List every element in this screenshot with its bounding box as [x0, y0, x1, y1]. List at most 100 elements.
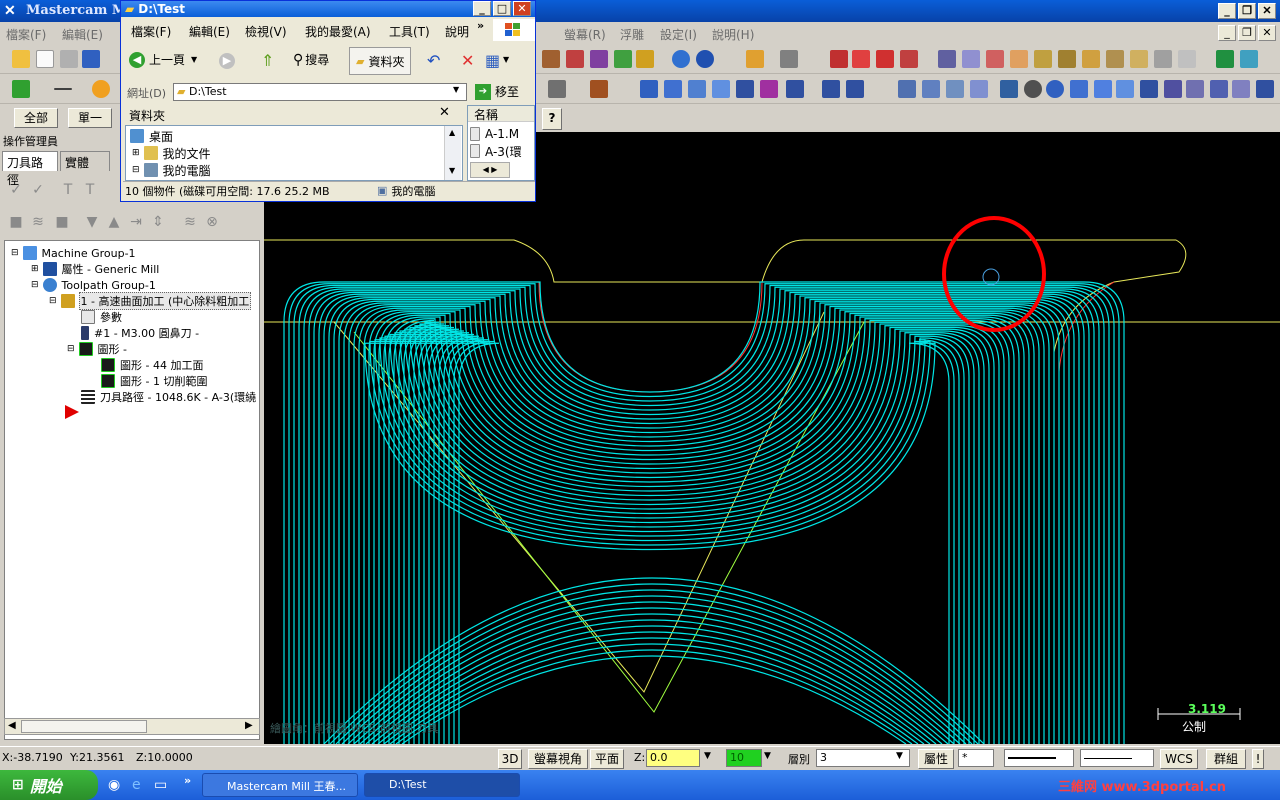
shell-icon[interactable]: [1000, 80, 1018, 98]
point-icon[interactable]: [12, 80, 30, 98]
window-icon[interactable]: [636, 50, 654, 68]
surface-net-icon[interactable]: [1140, 80, 1158, 98]
line-style-select[interactable]: [1004, 749, 1074, 767]
up-folder-icon[interactable]: ⇑: [261, 51, 274, 70]
color-field[interactable]: 10: [726, 749, 762, 767]
save-icon[interactable]: [82, 50, 100, 68]
list-item[interactable]: ⊟ Toolpath Group-1: [31, 277, 157, 293]
select-all-ops-icon[interactable]: ✓: [8, 182, 24, 198]
globe-icon[interactable]: [672, 50, 690, 68]
post-lock-icon[interactable]: ■: [54, 214, 70, 230]
verify-icon[interactable]: [1216, 50, 1234, 68]
quicklaunch-icon[interactable]: ◉: [108, 777, 120, 793]
scroll-left-icon[interactable]: ◀: [8, 720, 16, 731]
list-item[interactable]: A-1.M: [470, 126, 520, 142]
search-button[interactable]: ⚲ 搜尋: [293, 51, 329, 68]
insert-arrow-icon[interactable]: [65, 405, 79, 419]
folders-button[interactable]: ▰ 資料夾: [349, 47, 412, 75]
views-icon[interactable]: ▦: [485, 51, 500, 70]
z-depth-input[interactable]: 0.0: [646, 749, 700, 767]
pencil-icon[interactable]: [746, 50, 764, 68]
fillet-icon[interactable]: [548, 80, 566, 98]
flowline-icon[interactable]: [1082, 50, 1100, 68]
wave-icon[interactable]: ≋: [30, 214, 46, 230]
file-list-hscroll[interactable]: ◀ ▶: [470, 162, 510, 178]
xform-icon[interactable]: [760, 80, 778, 98]
join-icon[interactable]: [688, 80, 706, 98]
doc-restore-button[interactable]: ❐: [1238, 25, 1256, 41]
analyze-icon[interactable]: [1232, 80, 1250, 98]
regen-all-icon[interactable]: T: [60, 182, 76, 198]
explorer-maximize-button[interactable]: □: [493, 1, 511, 16]
task-mastercam[interactable]: Mastercam Mill 王春...: [202, 773, 358, 797]
scroll-icon[interactable]: ⇕: [150, 214, 166, 230]
layer-icon[interactable]: [590, 50, 608, 68]
select-dirty-icon[interactable]: ✓: [30, 182, 46, 198]
doc-close-button[interactable]: ✕: [1258, 25, 1276, 41]
open-icon[interactable]: [12, 50, 30, 68]
cube-icon[interactable]: [1164, 80, 1182, 98]
solid-icon[interactable]: [898, 80, 916, 98]
more-icon[interactable]: »: [477, 19, 484, 32]
dropdown-icon[interactable]: ▼: [503, 55, 509, 64]
hole-icon[interactable]: [1046, 80, 1064, 98]
ex-menu-help[interactable]: 說明: [445, 23, 469, 40]
graphics-viewport[interactable]: 繪圖角：前視圖 WCS:前視圖 刀具 3.119 公制: [264, 132, 1280, 744]
extrude-icon[interactable]: [922, 80, 940, 98]
list-item[interactable]: A-3(環: [470, 143, 523, 159]
line-icon[interactable]: [54, 88, 72, 90]
group-button[interactable]: 群組: [1206, 749, 1246, 769]
name-column-header[interactable]: 名稱: [468, 106, 534, 122]
collapse-icon[interactable]: ⊟: [67, 344, 75, 354]
list-item[interactable]: 圖形 - 1 切削範圍: [101, 373, 208, 389]
desktop-show-icon[interactable]: ▭: [154, 777, 167, 793]
ex-menu-favorites[interactable]: 我的最愛(A): [305, 23, 371, 40]
triangle-icon[interactable]: [846, 80, 864, 98]
mirror-icon[interactable]: [786, 80, 804, 98]
z-dropdown-icon[interactable]: ▼: [704, 751, 711, 761]
modify-icon[interactable]: [712, 80, 730, 98]
select-single-button[interactable]: 單一: [68, 108, 112, 128]
maximize-button[interactable]: ❐: [1238, 3, 1256, 19]
tab-toolpaths[interactable]: 刀具路徑: [2, 151, 58, 187]
address-input[interactable]: ▰ D:\Test: [173, 83, 467, 101]
radial-icon[interactable]: [1130, 50, 1148, 68]
level-label[interactable]: 層別: [788, 751, 810, 767]
wcs-button[interactable]: WCS: [1160, 749, 1198, 769]
tab-solids[interactable]: 實體: [60, 151, 110, 171]
tile-icon[interactable]: [566, 50, 584, 68]
3d-button[interactable]: 3D: [498, 749, 522, 769]
doc-minimize-button[interactable]: _: [1218, 25, 1236, 41]
info-button[interactable]: !: [1252, 749, 1264, 769]
plane-button[interactable]: 平面: [590, 749, 624, 769]
array-icon[interactable]: [822, 80, 840, 98]
toggle-display-icon[interactable]: ≋: [182, 214, 198, 230]
tap-icon[interactable]: [900, 50, 918, 68]
grid-icon[interactable]: [542, 50, 560, 68]
forward-arrow-icon[interactable]: ▶: [219, 53, 235, 69]
list-item[interactable]: ⊟ 1 - 高速曲面加工 (中心除料粗加工: [49, 292, 252, 310]
backplot-icon[interactable]: [1240, 50, 1258, 68]
rough-icon[interactable]: [1034, 50, 1052, 68]
tree-item-mydocs[interactable]: ⊞ 我的文件: [132, 145, 212, 161]
dropdown-icon[interactable]: ▼: [191, 55, 197, 64]
list-item[interactable]: #1 - M3.00 圓鼻刀 -: [81, 325, 200, 341]
minimize-button[interactable]: _: [1218, 3, 1236, 19]
select-all-button[interactable]: 全部: [14, 108, 58, 128]
scroll-thumb[interactable]: [21, 720, 147, 733]
thread-icon[interactable]: [1070, 80, 1088, 98]
go-button[interactable]: ➔ 移至: [475, 83, 519, 100]
collapse-icon[interactable]: ⊟: [11, 248, 19, 258]
scallop-icon[interactable]: [1178, 50, 1196, 68]
line-width-select[interactable]: [1080, 749, 1154, 767]
list-item[interactable]: ⊟ Machine Group-1: [11, 245, 137, 261]
edit-icon[interactable]: [830, 50, 848, 68]
collapse-icon[interactable]: ⊟: [31, 280, 39, 290]
gview-button[interactable]: 螢幕視角: [528, 749, 588, 769]
pocket-icon[interactable]: [962, 50, 980, 68]
menu-relief[interactable]: 浮雕: [620, 26, 644, 43]
start-button[interactable]: ⊞ 開始: [0, 770, 98, 800]
trim-icon[interactable]: [640, 80, 658, 98]
ex-menu-view[interactable]: 檢視(V): [245, 23, 287, 40]
project-icon[interactable]: [1154, 50, 1172, 68]
